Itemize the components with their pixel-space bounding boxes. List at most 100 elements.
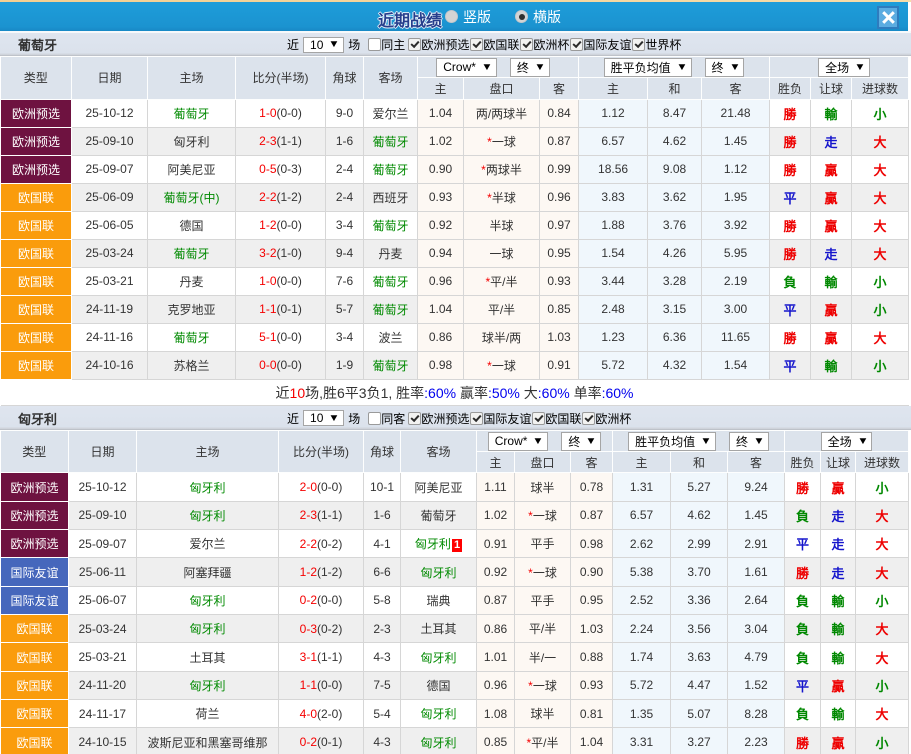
competition-checkbox[interactable] — [632, 38, 645, 51]
away-team[interactable]: 葡萄牙 — [401, 501, 477, 529]
result-wdl: 負 — [785, 700, 821, 728]
away-team[interactable]: 葡萄牙 — [364, 127, 418, 155]
away-team[interactable]: 土耳其 — [401, 615, 477, 643]
away-team[interactable]: 德国 — [401, 671, 477, 699]
avg-select[interactable]: 胜平负均值▼ — [628, 432, 716, 451]
home-team[interactable]: 爱尔兰 — [137, 530, 279, 558]
chevron-down-icon: ▼ — [534, 62, 545, 73]
away-team[interactable]: 葡萄牙 — [364, 211, 418, 239]
competition-type-badge: 欧洲预选 — [1, 473, 69, 501]
home-team[interactable]: 匈牙利 — [137, 615, 279, 643]
home-team[interactable]: 匈牙利 — [137, 671, 279, 699]
same-venue-filter[interactable]: 同主 — [368, 36, 405, 53]
competition-checkbox[interactable] — [408, 412, 421, 425]
col-header-type: 类型 — [1, 431, 69, 473]
away-team-name: 葡萄牙 — [420, 509, 456, 523]
layout-radio-vertical[interactable] — [445, 10, 458, 23]
handicap-line-text: 两球半 — [486, 163, 522, 177]
competition-filter[interactable]: 欧洲杯 — [520, 36, 569, 53]
competition-filter[interactable]: 欧洲预选 — [408, 410, 469, 427]
layout-radio-horizontal[interactable] — [515, 10, 528, 23]
away-team[interactable]: 波兰 — [364, 323, 418, 351]
close-button[interactable] — [877, 6, 899, 29]
away-team[interactable]: 葡萄牙 — [364, 351, 418, 379]
away-team[interactable]: 匈牙利 — [401, 643, 477, 671]
avg-select[interactable]: 胜平负均值▼ — [604, 58, 692, 77]
match-row: 欧国联24-10-16苏格兰0-0(0-0)1-9葡萄牙0.98*一球0.915… — [1, 351, 909, 379]
away-team[interactable]: 匈牙利1 — [401, 530, 477, 558]
competition-filter[interactable]: 欧洲杯 — [582, 410, 631, 427]
away-team[interactable]: 阿美尼亚 — [401, 473, 477, 501]
handicap-line: *半球 — [464, 183, 540, 211]
away-team[interactable]: 匈牙利 — [401, 728, 477, 754]
away-team[interactable]: 葡萄牙 — [364, 267, 418, 295]
home-team[interactable]: 匈牙利 — [137, 473, 279, 501]
scope-group-header: 全场▼ — [770, 57, 909, 78]
competition-checkbox[interactable] — [570, 38, 583, 51]
home-team[interactable]: 土耳其 — [137, 643, 279, 671]
result-wdl: 負 — [770, 267, 811, 295]
away-team[interactable]: 爱尔兰 — [364, 99, 418, 127]
layout-radio-label[interactable]: 横版 — [533, 7, 561, 27]
summary-part: :60% — [538, 385, 570, 401]
halftime-score: (1-0) — [277, 246, 302, 260]
same-venue-filter[interactable]: 同客 — [368, 410, 405, 427]
home-team[interactable]: 德国 — [148, 211, 236, 239]
home-team[interactable]: 葡萄牙 — [148, 323, 236, 351]
handicap-line-text: 一球 — [489, 247, 513, 261]
avg-group-header: 胜平负均值▼ 终▼ — [613, 431, 785, 452]
away-team[interactable]: 匈牙利 — [401, 700, 477, 728]
avg-home-value: 1.23 — [579, 323, 648, 351]
home-team[interactable]: 苏格兰 — [148, 351, 236, 379]
competition-checkbox[interactable] — [470, 38, 483, 51]
games-count-select[interactable]: 10▼ — [303, 410, 344, 426]
col-header-goals: 进球数 — [852, 78, 909, 99]
competition-filter[interactable]: 欧国联 — [532, 410, 581, 427]
chevron-down-icon: ▼ — [854, 62, 865, 73]
home-team[interactable]: 匈牙利 — [137, 586, 279, 614]
competition-filter[interactable]: 国际友谊 — [470, 410, 531, 427]
home-team[interactable]: 葡萄牙 — [148, 239, 236, 267]
odds-time-select[interactable]: 终▼ — [561, 432, 601, 451]
home-team[interactable]: 阿美尼亚 — [148, 155, 236, 183]
home-team[interactable]: 荷兰 — [137, 700, 279, 728]
col-header-date: 日期 — [72, 57, 148, 100]
layout-radio-label[interactable]: 竖版 — [463, 7, 491, 27]
home-team[interactable]: 阿塞拜疆 — [137, 558, 279, 586]
away-team[interactable]: 丹麦 — [364, 239, 418, 267]
avg-time-select[interactable]: 终▼ — [729, 432, 769, 451]
competition-checkbox[interactable] — [408, 38, 421, 51]
bookmaker-select[interactable]: Crow*▼ — [436, 58, 497, 77]
bookmaker-select[interactable]: Crow*▼ — [488, 432, 549, 451]
competition-type-badge: 欧国联 — [1, 295, 72, 323]
home-team[interactable]: 丹麦 — [148, 267, 236, 295]
competition-filter[interactable]: 欧洲预选 — [408, 36, 469, 53]
home-team[interactable]: 波斯尼亚和黑塞哥维那 — [137, 728, 279, 754]
result-wdl: 負 — [785, 586, 821, 614]
away-team[interactable]: 匈牙利 — [401, 558, 477, 586]
home-team[interactable]: 匈牙利 — [137, 501, 279, 529]
competition-filter[interactable]: 欧国联 — [470, 36, 519, 53]
competition-filter[interactable]: 国际友谊 — [570, 36, 631, 53]
competition-checkbox[interactable] — [520, 38, 533, 51]
away-team[interactable]: 葡萄牙 — [364, 295, 418, 323]
scope-select[interactable]: 全场▼ — [821, 432, 873, 451]
away-team[interactable]: 葡萄牙 — [364, 155, 418, 183]
competition-checkbox[interactable] — [470, 412, 483, 425]
match-row: 欧国联24-11-19克罗地亚1-1(0-1)5-7葡萄牙1.04平/半0.85… — [1, 295, 909, 323]
away-team[interactable]: 西班牙 — [364, 183, 418, 211]
home-team[interactable]: 葡萄牙 — [148, 99, 236, 127]
scope-select[interactable]: 全场▼ — [818, 58, 870, 77]
games-count-select[interactable]: 10▼ — [303, 37, 344, 53]
odds-time-select[interactable]: 终▼ — [510, 58, 550, 77]
competition-checkbox[interactable] — [532, 412, 545, 425]
home-team[interactable]: 匈牙利 — [148, 127, 236, 155]
same-venue-checkbox[interactable] — [368, 38, 381, 51]
competition-filter[interactable]: 世界杯 — [632, 36, 681, 53]
same-venue-checkbox[interactable] — [368, 412, 381, 425]
avg-time-select[interactable]: 终▼ — [705, 58, 745, 77]
home-team[interactable]: 克罗地亚 — [148, 295, 236, 323]
home-team[interactable]: 葡萄牙(中) — [148, 183, 236, 211]
competition-checkbox[interactable] — [582, 412, 595, 425]
away-team[interactable]: 瑞典 — [401, 586, 477, 614]
